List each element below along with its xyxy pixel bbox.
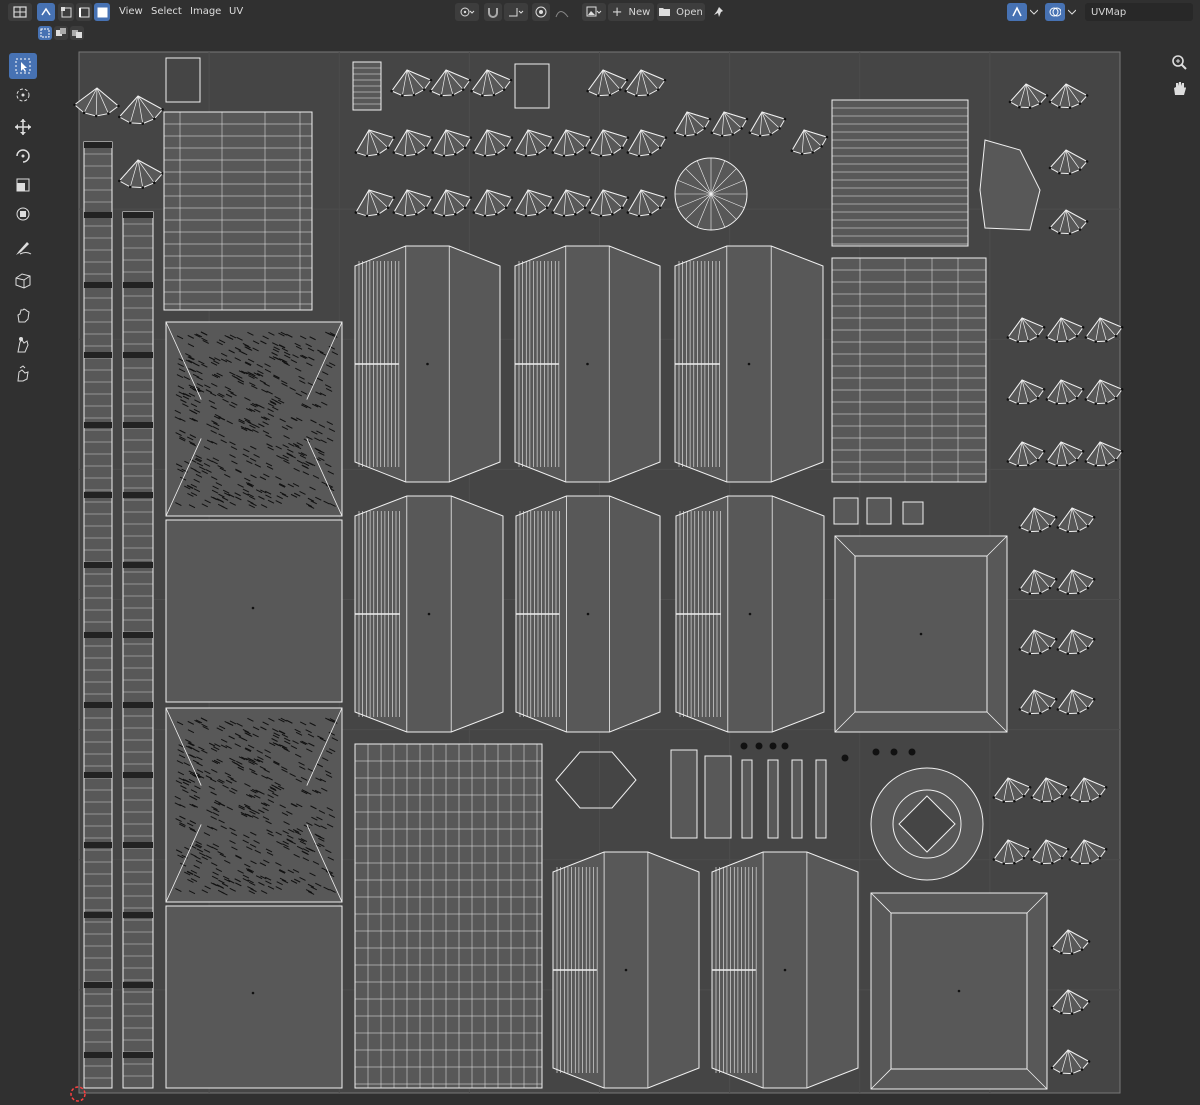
uv-island-small: [902, 501, 924, 525]
sticky-dropdown-arrow[interactable]: [1028, 3, 1040, 21]
new-button-label: New: [628, 6, 651, 18]
sync-selection-icon: [41, 7, 51, 16]
uv-island-ladder: [163, 111, 313, 311]
cursor-icon: [16, 88, 30, 102]
relax-icon: [17, 337, 29, 353]
open-button-label: Open: [676, 6, 703, 18]
tool-scale[interactable]: [9, 172, 37, 198]
uv-layout-canvas[interactable]: [44, 46, 1200, 1105]
uv-editor-icon: [13, 6, 27, 18]
tool-annotate[interactable]: [9, 235, 37, 261]
uv-island-small: [704, 755, 732, 839]
uv-viewport[interactable]: [44, 46, 1200, 1105]
magnet-icon: [488, 8, 498, 18]
tool-rip-region[interactable]: [9, 268, 37, 294]
select-new-icon: [40, 28, 50, 38]
uv-island-strip: [122, 211, 154, 1089]
uv-island-small: [833, 497, 859, 525]
pivot-icon: [460, 7, 475, 17]
uv-island-small: [866, 497, 892, 525]
tool-relax[interactable]: [9, 332, 37, 358]
face-select-icon: [97, 7, 107, 17]
zoom-icon: [1172, 55, 1187, 70]
move-icon: [15, 119, 31, 135]
select-extend-icon: [56, 28, 66, 36]
snap-increment-icon: [509, 8, 524, 17]
uv-island-ladder: [831, 257, 987, 483]
tool-rotate[interactable]: [9, 143, 37, 169]
rip-icon: [15, 273, 31, 289]
uvmap-selector[interactable]: UVMap: [1085, 3, 1193, 21]
uv-island-grid: [354, 743, 543, 1089]
menu-select[interactable]: Select: [151, 4, 182, 20]
pin-icon: [714, 7, 723, 17]
select-subtract-icon: [72, 30, 82, 38]
open-image-button[interactable]: Open: [657, 3, 705, 21]
vertex-select-mode[interactable]: [58, 3, 74, 21]
hand-icon: [1174, 82, 1186, 95]
overlay-dropdown-arrow[interactable]: [1066, 3, 1078, 21]
tool-pinch[interactable]: [9, 361, 37, 387]
edge-select-icon: [78, 7, 89, 17]
pinch-icon: [17, 365, 29, 382]
folder-icon: [659, 8, 671, 16]
tool-grab[interactable]: [9, 302, 37, 328]
pan-view-button[interactable]: [1168, 77, 1190, 99]
sticky-select-icon: [1012, 6, 1022, 17]
rotate-icon: [16, 149, 30, 163]
uv-island-quad: [165, 519, 343, 703]
grab-icon: [17, 308, 30, 323]
edge-select-mode[interactable]: [76, 3, 92, 21]
chevron-down-icon: [1030, 9, 1038, 15]
pin-image-toggle[interactable]: [710, 3, 728, 21]
vertex-select-icon: [60, 6, 71, 17]
overlay-icon: [1049, 7, 1061, 17]
new-image-button[interactable]: + New: [608, 3, 654, 21]
zoom-view-button[interactable]: [1168, 51, 1190, 73]
editor-header: View Select Image UV + New Open UVMap: [0, 0, 1200, 46]
snap-target-dropdown[interactable]: [504, 3, 528, 21]
select-box-icon: [15, 58, 31, 74]
face-select-mode[interactable]: [94, 3, 110, 21]
scale-icon: [16, 178, 30, 192]
falloff-curve-icon: [555, 11, 569, 18]
select-extend-button[interactable]: [54, 26, 68, 40]
transform-icon: [16, 207, 30, 221]
image-icon: [586, 6, 602, 17]
falloff-dropdown[interactable]: [552, 3, 572, 21]
uvmap-name: UVMap: [1091, 6, 1127, 18]
tool-transform[interactable]: [9, 201, 37, 227]
uv-island-pin: [815, 759, 827, 839]
uv-island-small: [670, 749, 698, 839]
tool-move[interactable]: [9, 114, 37, 140]
menu-view[interactable]: View: [119, 4, 143, 20]
editor-type-button[interactable]: [8, 3, 32, 21]
uv-island-stripes: [831, 99, 969, 247]
select-subtract-button[interactable]: [70, 26, 84, 40]
uv-island-pin: [791, 759, 803, 839]
pivot-point-dropdown[interactable]: [455, 3, 479, 21]
select-box-mode-button[interactable]: [38, 26, 52, 40]
menu-image[interactable]: Image: [190, 4, 221, 20]
tool-select-box[interactable]: [9, 53, 37, 79]
tool-shelf: [6, 48, 40, 393]
plus-icon: +: [611, 4, 623, 20]
proportional-icon: [535, 6, 547, 18]
annotate-icon: [16, 242, 32, 255]
image-browse-dropdown[interactable]: [582, 3, 606, 21]
menu-uv[interactable]: UV: [229, 4, 243, 20]
overlay-toggle[interactable]: [1045, 3, 1065, 21]
snap-toggle[interactable]: [484, 3, 502, 21]
proportional-edit-toggle[interactable]: [532, 3, 550, 21]
chevron-down-icon: [1068, 9, 1076, 15]
uv-island-quad: [165, 905, 343, 1089]
tool-cursor[interactable]: [9, 82, 37, 108]
uv-island-pin: [767, 759, 779, 839]
uv-island-pin: [741, 759, 753, 839]
sync-selection-toggle[interactable]: [37, 3, 55, 21]
sticky-selection-dropdown[interactable]: [1007, 3, 1027, 21]
